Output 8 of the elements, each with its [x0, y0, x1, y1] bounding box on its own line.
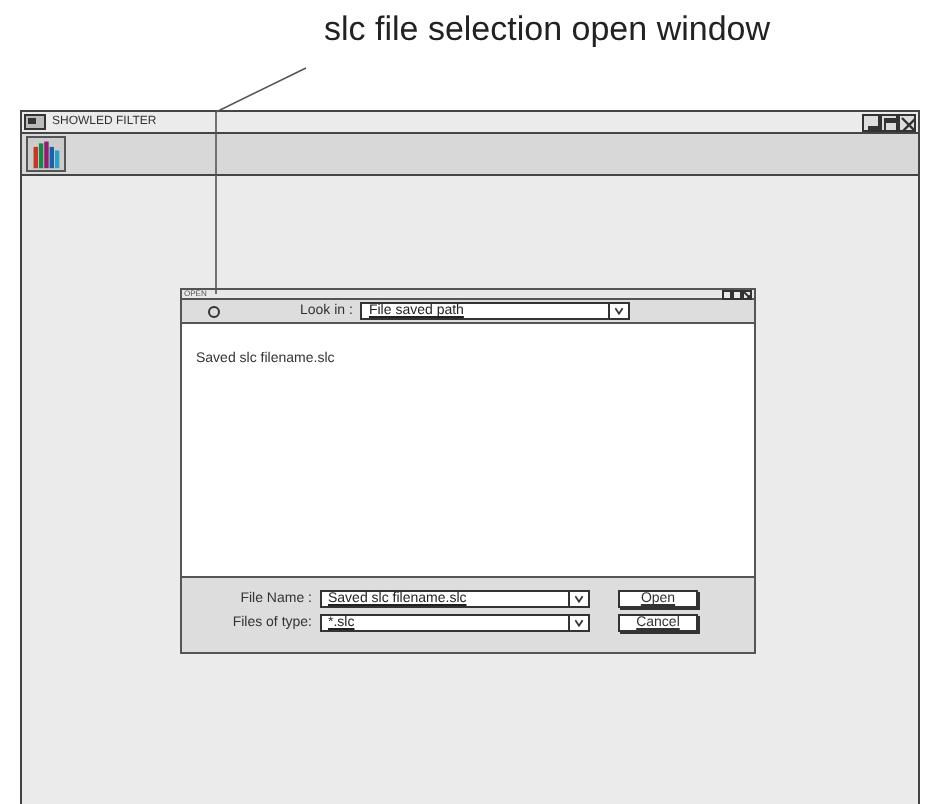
- caret-icon[interactable]: [568, 590, 588, 608]
- caret-icon[interactable]: [568, 614, 588, 632]
- window-icon: [24, 114, 46, 130]
- caret-icon[interactable]: [608, 302, 629, 320]
- annotation-label: slc file selection open window: [324, 10, 771, 48]
- circle-icon: [208, 305, 220, 317]
- bar-chart-icon[interactable]: [26, 136, 66, 172]
- close-icon[interactable]: [898, 113, 916, 131]
